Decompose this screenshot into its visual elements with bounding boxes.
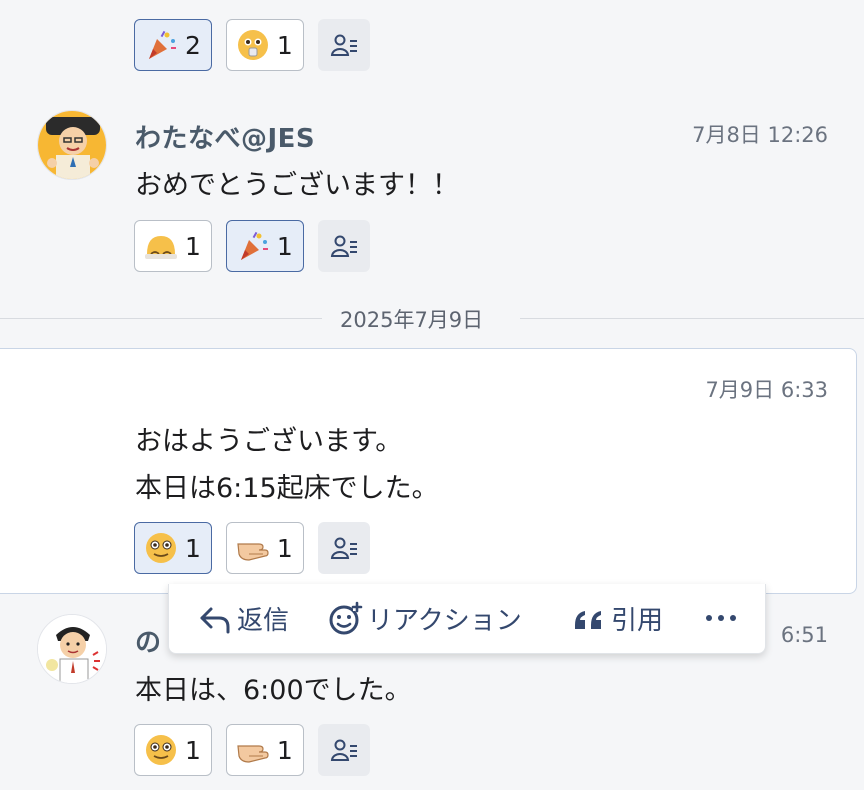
reaction-users-button[interactable] <box>317 19 370 71</box>
message-author[interactable]: の <box>135 622 162 659</box>
reaction-chip[interactable]: 1 <box>134 724 212 776</box>
pointing-hand-icon <box>235 530 271 566</box>
add-reaction-button[interactable]: リアクション <box>327 600 522 637</box>
reaction-chip[interactable]: 1 <box>134 522 212 574</box>
reaction-count: 1 <box>276 533 293 563</box>
quote-label: 引用 <box>611 606 664 636</box>
user-list-icon <box>330 34 357 56</box>
message-timestamp[interactable]: 7月9日 6:33 <box>705 374 828 404</box>
message-timestamp[interactable]: 7月8日 12:26 <box>692 119 828 149</box>
message-author[interactable]: わたなべ@JES <box>135 118 315 155</box>
more-button[interactable] <box>703 600 739 636</box>
reaction-chip[interactable]: 1 <box>134 220 212 272</box>
user-list-icon <box>330 235 357 257</box>
reaction-bar: 2 1 <box>134 19 370 71</box>
reaction-users-button[interactable] <box>317 724 370 776</box>
divider-date: 2025年7月9日 <box>340 308 484 332</box>
add-emoji-icon <box>329 601 363 634</box>
reaction-count: 1 <box>185 231 201 261</box>
reaction-bar: 1 1 <box>134 724 370 776</box>
reaction-count: 1 <box>276 231 293 261</box>
divider-line <box>520 318 864 319</box>
pointing-hand-icon <box>235 732 271 768</box>
message-text: おはようございます。 <box>135 426 403 457</box>
reaction-chip[interactable]: 1 <box>225 19 304 71</box>
avatar[interactable] <box>37 110 107 180</box>
date-divider: 2025年7月9日 <box>0 304 864 332</box>
message-action-toolbar: 返信 リアクション 引用 <box>168 584 766 654</box>
reply-button[interactable]: 返信 <box>197 600 289 637</box>
bowing-face-icon <box>143 228 179 264</box>
reaction-chip[interactable]: 1 <box>225 522 304 574</box>
reaction-label: リアクション <box>367 606 522 636</box>
divider-line <box>0 318 322 319</box>
user-list-icon <box>330 537 357 559</box>
message-text: 本日は、6:00でした。 <box>135 675 412 706</box>
reaction-count: 2 <box>185 30 201 60</box>
chat-timeline: 2 1 わたなべ@JES 7月8日 12:26 おめでとうございます！！ 1 1… <box>0 0 864 790</box>
reaction-users-button[interactable] <box>317 220 370 272</box>
reaction-count: 1 <box>276 735 293 765</box>
quote-button[interactable]: 引用 <box>571 600 663 637</box>
reaction-chip[interactable]: 1 <box>225 220 304 272</box>
reaction-bar: 1 1 <box>134 522 370 574</box>
party-popper-icon <box>143 27 179 63</box>
party-popper-icon <box>235 228 271 264</box>
reaction-count: 1 <box>276 30 293 60</box>
reply-arrow-icon <box>200 607 230 633</box>
message-text: おめでとうございます！！ <box>135 170 459 201</box>
message-timestamp[interactable]: 6:51 <box>781 623 828 647</box>
reaction-bar: 1 1 <box>134 220 370 272</box>
user-list-icon <box>330 739 357 761</box>
pleading-face-icon <box>235 27 271 63</box>
reaction-chip[interactable]: 2 <box>134 19 212 71</box>
message-text: 本日は6:15起床でした。 <box>135 473 439 504</box>
reply-label: 返信 <box>237 606 290 636</box>
reaction-users-button[interactable] <box>317 522 370 574</box>
wow-face-icon <box>143 530 179 566</box>
quote-icon <box>575 610 601 629</box>
reaction-chip[interactable]: 1 <box>225 724 304 776</box>
avatar[interactable] <box>37 614 107 684</box>
wow-face-icon <box>143 732 179 768</box>
more-horizontal-icon <box>706 615 736 621</box>
reaction-count: 1 <box>185 735 201 765</box>
reaction-count: 1 <box>185 533 201 563</box>
